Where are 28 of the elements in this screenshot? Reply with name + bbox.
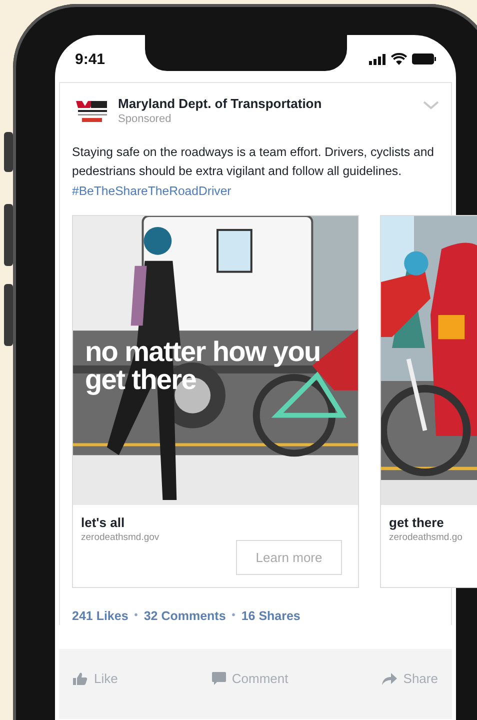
separator-dot: • [134,610,138,622]
ad-title: let's all [81,514,126,531]
comment-icon [212,672,226,686]
wifi-icon [391,53,407,65]
action-button[interactable]: Like [73,671,118,686]
page-name[interactable]: Maryland Dept. of Transportation [118,95,415,112]
action-button[interactable]: Comment [212,671,288,686]
ad-domain: zerodeathsmd.gov [81,530,160,545]
hashtag-link[interactable]: #BeTheShareTheRoadDriver [72,184,232,198]
sponsored-label: Sponsored [118,112,172,127]
ad-headline: no matter how you get there [85,338,322,394]
engagement-count[interactable]: 241 Likes [72,608,128,623]
carousel-card[interactable]: get there zerodeathsmd.go [380,214,477,588]
carousel-card[interactable]: no matter how you get there let's all zerodeathsmd.gov Learn more [72,214,359,588]
learn-more-button[interactable]: Learn more [236,540,342,575]
engagement-count[interactable]: 32 Comments [144,608,226,623]
ad-title: get there [389,514,445,531]
chevron-down-icon [423,101,439,110]
signal-icon [369,54,386,64]
share-arrow-icon [382,672,398,686]
post-text: Staying safe on the roadways is a team effort. Drivers, cyclists and pedestrians should be extra vigilant and follow all guidelines. #BeTheShareTheRoadDriver [72,144,436,200]
status-time: 9:41 [75,50,106,68]
thumbs-up-icon [73,672,88,686]
action-button[interactable]: Share [382,671,438,686]
separator-dot: • [232,610,236,622]
engagement-count[interactable]: 16 Shares [241,608,300,623]
ad-domain: zerodeathsmd.go [389,530,462,545]
battery-icon [412,53,436,65]
